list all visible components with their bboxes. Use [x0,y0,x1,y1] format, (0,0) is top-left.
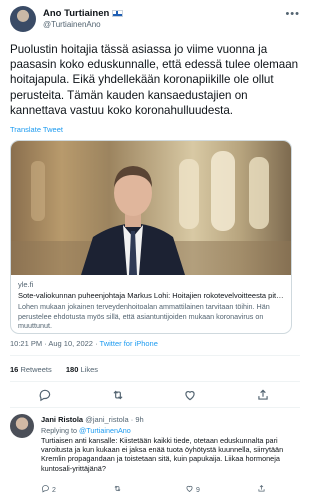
divider [10,381,300,382]
tweet-stats: 16 Retweets 180 Likes [10,365,98,374]
reply-header: Jani Ristola @jani_ristola · 9h [41,415,144,424]
replying-mention[interactable]: @TurtiainenAno [79,426,131,435]
card-description: Lohen mukaan jokainen terveydenhoitoalan… [18,302,270,331]
author-handle[interactable]: @TurtiainenAno [43,20,101,29]
replying-prefix: Replying to [41,426,77,435]
tweet-meta: 10:21 PM · Aug 10, 2022 · Twitter for iP… [10,339,158,348]
link-card[interactable]: yle.fi Sote-valiokunnan puheenjohtaja Ma… [10,140,292,334]
divider [10,407,300,408]
like-icon[interactable] [183,388,199,404]
retweet-icon[interactable] [111,388,127,404]
author-name-line[interactable]: Ano Turtiainen [43,8,124,19]
reply-author-handle[interactable]: @jani_ristola [85,415,128,424]
card-title: Sote-valiokunnan puheenjohtaja Markus Lo… [18,291,286,300]
reply-icon[interactable] [38,388,54,404]
author-name[interactable]: Ano Turtiainen [43,8,109,19]
retweets-stat[interactable]: 16 Retweets [10,365,52,374]
tweet-header: Ano Turtiainen @TurtiainenAno ••• [10,6,300,34]
finland-flag-icon [112,10,124,17]
divider [10,355,300,356]
reply-retweet-button[interactable] [113,484,122,494]
card-photo [11,151,291,275]
reply-text: Turtiaisen anti kansalle: Kiistetään kai… [41,436,284,473]
share-icon [258,484,265,492]
tweet-action-bar [0,388,309,408]
reply-like-count: 9 [195,487,200,494]
author-avatar[interactable] [10,6,36,32]
like-icon [186,485,193,492]
share-icon[interactable] [256,388,272,404]
more-icon[interactable]: ••• [285,8,300,20]
tweet-timestamp[interactable]: 10:21 PM · Aug 10, 2022 [10,339,93,348]
reply-tweet[interactable]: Jani Ristola @jani_ristola · 9h Replying… [10,414,300,496]
retweet-icon [114,485,121,492]
reply-separator: · [130,415,134,424]
likes-stat[interactable]: 180 Likes [66,365,98,374]
reply-author-avatar[interactable] [10,414,34,438]
card-image [11,141,291,275]
reply-author-name[interactable]: Jani Ristola [41,415,83,424]
tweet-client[interactable]: Twitter for iPhone [100,339,158,348]
replying-to: Replying to @TurtiainenAno [41,426,131,435]
reply-time[interactable]: 9h [135,415,143,424]
translate-tweet-link[interactable]: Translate Tweet [10,125,63,134]
reply-action-bar: 2 9 [41,484,291,496]
reply-like-button[interactable]: 9 [185,484,200,494]
reply-reply-count: 2 [51,487,56,494]
reply-icon [42,485,49,493]
reply-share-button[interactable] [257,484,266,494]
tweet-text: Puolustin hoitajia tässä asiassa jo viim… [10,43,299,117]
reply-reply-button[interactable]: 2 [41,484,56,494]
card-domain: yle.fi [18,280,34,289]
